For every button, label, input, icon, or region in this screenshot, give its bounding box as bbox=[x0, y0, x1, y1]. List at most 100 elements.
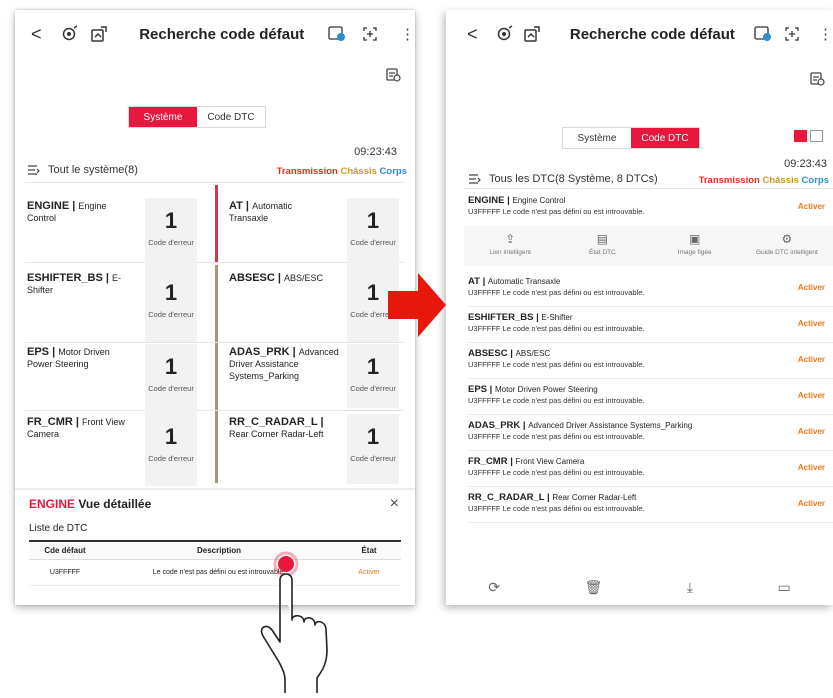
system-name: RR_C_RADAR_L | Rear Corner Radar-Left bbox=[229, 416, 324, 439]
list-item[interactable]: ADAS_PRK | Advanced Driver Assistance Sy… bbox=[468, 415, 833, 451]
filter-chassis[interactable]: Châssis bbox=[340, 166, 376, 177]
screen-capture-icon[interactable] bbox=[782, 23, 802, 45]
filter-transmission[interactable]: Transmission bbox=[699, 175, 760, 186]
list-item[interactable]: FR_CMR | Front View Camera U3FFFFF Le co… bbox=[468, 451, 833, 487]
dtc-action-bar: ⇪ Lien intelligent ▤ État DTC ▣ Image figée… bbox=[464, 226, 833, 266]
transmission-divider bbox=[215, 185, 218, 262]
system-name: AT | Automatic Transaxle bbox=[229, 200, 293, 223]
filter-chassis[interactable]: Châssis bbox=[762, 175, 798, 186]
system-count-label: Tout le système(8) bbox=[48, 164, 138, 176]
more-options-button[interactable]: ⋮ bbox=[400, 25, 415, 43]
dtc-summary-label: Tous les DTC(8 Système, 8 DTCs) bbox=[489, 173, 658, 185]
smart-link-button[interactable]: ⇪ Lien intelligent bbox=[464, 226, 556, 266]
list-item[interactable]: ABSESC | ABS/ESC U3FFFFF Le code n'est p… bbox=[468, 343, 833, 379]
more-options-button[interactable]: ⋮ bbox=[818, 25, 833, 43]
error-count-box: 1 Code d'erreur bbox=[145, 344, 197, 416]
tab-code-dtc[interactable]: Code DTC bbox=[197, 107, 265, 127]
system-card-eshifter[interactable]: ESHIFTER_BS | E-Shifter 1 Code d'erreur bbox=[27, 270, 207, 350]
system-name: ENGINE | Engine Control bbox=[27, 200, 107, 223]
document-icon: ▤ bbox=[596, 232, 609, 246]
system-name: ADAS_PRK | Advanced Driver Assistance Sy… bbox=[229, 346, 339, 381]
dtc-summary: Tous les DTC(8 Système, 8 DTCs) bbox=[468, 173, 658, 185]
system-card-at[interactable]: AT | Automatic Transaxle 1 Code d'erreur bbox=[229, 198, 409, 278]
tab-code-dtc[interactable]: Code DTC bbox=[631, 128, 699, 148]
vci-connection-icon[interactable] bbox=[495, 23, 515, 45]
tab-systeme[interactable]: Système bbox=[563, 128, 631, 148]
smart-dtc-guide-button[interactable]: ⚙ Guide DTC intelligent bbox=[741, 226, 833, 266]
list-filter-icon[interactable] bbox=[468, 173, 481, 185]
system-card-engine[interactable]: ENGINE | Engine Control 1 Code d'erreur bbox=[27, 198, 207, 278]
system-name: ABSESC | ABS/ESC bbox=[229, 272, 324, 284]
recording-icon[interactable] bbox=[326, 23, 347, 45]
filter-corps[interactable]: Corps bbox=[802, 175, 829, 186]
delete-icon[interactable]: 🗑 bbox=[584, 579, 602, 596]
system-card-fr-cmr[interactable]: FR_CMR | Front View Camera 1 Code d'erreu… bbox=[27, 414, 207, 494]
dtc-list-expanded: ENGINE | Engine Control U3FFFFF Le code … bbox=[468, 190, 833, 226]
list-item[interactable]: ESHIFTER_BS | E-Shifter U3FFFFF Le code … bbox=[468, 307, 833, 343]
error-count-box: 1 Code d'erreur bbox=[347, 414, 399, 484]
category-filters: Transmission Châssis Corps bbox=[699, 175, 829, 186]
frame-icon: ▣ bbox=[688, 232, 701, 246]
recording-icon[interactable] bbox=[753, 23, 773, 45]
view-tabs: Système Code DTC bbox=[562, 127, 700, 149]
back-button[interactable]: < bbox=[23, 24, 50, 45]
tap-hand-icon bbox=[260, 551, 328, 693]
status-badge: Activer bbox=[797, 283, 825, 292]
filter-transmission[interactable]: Transmission bbox=[277, 166, 338, 177]
screen-capture-icon[interactable] bbox=[359, 23, 380, 45]
app-header: < Recherche code défaut ⋮ bbox=[446, 10, 833, 58]
view-tabs: Système Code DTC bbox=[128, 106, 266, 128]
transition-arrow-icon bbox=[388, 273, 446, 337]
timestamp: 09:23:43 bbox=[784, 158, 827, 170]
list-item[interactable]: ENGINE | Engine Control U3FFFFF Le code … bbox=[468, 190, 833, 226]
dtc-list-label: Liste de DTC bbox=[29, 523, 88, 534]
status-badge: Activer bbox=[797, 319, 825, 328]
download-icon[interactable]: ⤓ bbox=[687, 579, 693, 596]
system-card-adas-prk[interactable]: ADAS_PRK | Advanced Driver Assistance Sy… bbox=[229, 344, 409, 408]
detail-title: ENGINE Vue détaillée bbox=[29, 497, 152, 511]
freeze-frame-button[interactable]: ▣ Image figée bbox=[649, 226, 741, 266]
list-item[interactable]: RR_C_RADAR_L | Rear Corner Radar-Left U3… bbox=[468, 487, 833, 523]
report-icon[interactable]: ▭ bbox=[777, 579, 790, 596]
vehicle-settings-icon[interactable] bbox=[522, 23, 542, 45]
app-header: < Recherche code défaut ⋮ bbox=[15, 10, 415, 58]
vci-connection-icon[interactable] bbox=[60, 23, 81, 45]
list-item[interactable]: EPS | Motor Driven Power Steering U3FFFF… bbox=[468, 379, 833, 415]
system-card-rr-c-radar-l[interactable]: RR_C_RADAR_L | Rear Corner Radar-Left 1C… bbox=[229, 414, 409, 484]
view-toggle bbox=[794, 130, 823, 142]
error-count-box: 1 Code d'erreur bbox=[347, 198, 399, 270]
error-count-box: 1 Code d'erreur bbox=[145, 198, 197, 270]
close-icon[interactable]: × bbox=[390, 495, 399, 513]
bottom-toolbar: ⟳ 🗑 ⤓ ▭ bbox=[446, 575, 833, 599]
system-count: Tout le système(8) bbox=[27, 164, 138, 176]
dtc-list: AT | Automatic Transaxle U3FFFFF Le code… bbox=[468, 271, 833, 523]
status-badge: Activer bbox=[797, 427, 825, 436]
system-name: FR_CMR | Front View Camera bbox=[27, 416, 125, 439]
system-name: EPS | Motor Driven Power Steering bbox=[27, 346, 110, 369]
table-row[interactable]: U3FFFFF Le code n'est pas défini ou est … bbox=[29, 560, 401, 586]
dtc-status-button[interactable]: ▤ État DTC bbox=[556, 226, 648, 266]
refresh-icon[interactable]: ⟳ bbox=[488, 579, 500, 596]
share-icon: ⇪ bbox=[505, 232, 516, 246]
timestamp: 09:23:43 bbox=[354, 146, 397, 158]
vehicle-info-icon[interactable] bbox=[809, 70, 825, 91]
vehicle-settings-icon[interactable] bbox=[88, 23, 109, 45]
filter-corps[interactable]: Corps bbox=[380, 166, 407, 177]
error-count-box: 1 Code d'erreur bbox=[145, 270, 197, 342]
chassis-divider bbox=[215, 265, 218, 483]
category-filters: Transmission Châssis Corps bbox=[277, 166, 407, 177]
system-card-eps[interactable]: EPS | Motor Driven Power Steering 1 Code … bbox=[27, 344, 207, 424]
vehicle-info-icon[interactable] bbox=[385, 66, 401, 87]
list-filter-icon[interactable] bbox=[27, 164, 40, 176]
list-item[interactable]: AT | Automatic Transaxle U3FFFFF Le code… bbox=[468, 271, 833, 307]
back-button[interactable]: < bbox=[460, 24, 485, 45]
grid-view-icon[interactable] bbox=[810, 130, 823, 142]
system-name: ESHIFTER_BS | E-Shifter bbox=[27, 272, 121, 295]
list-view-icon[interactable] bbox=[794, 130, 807, 142]
error-count-box: 1 Code d'erreur bbox=[145, 414, 197, 486]
dtc-table: Cde défaut Description État U3FFFFF Le c… bbox=[29, 540, 401, 586]
status-badge: Activer bbox=[797, 463, 825, 472]
tab-systeme[interactable]: Système bbox=[129, 107, 197, 127]
status-badge: Activer bbox=[797, 499, 825, 508]
system-card-absesc[interactable]: ABSESC | ABS/ESC 1 Code d'erreur bbox=[229, 270, 409, 350]
